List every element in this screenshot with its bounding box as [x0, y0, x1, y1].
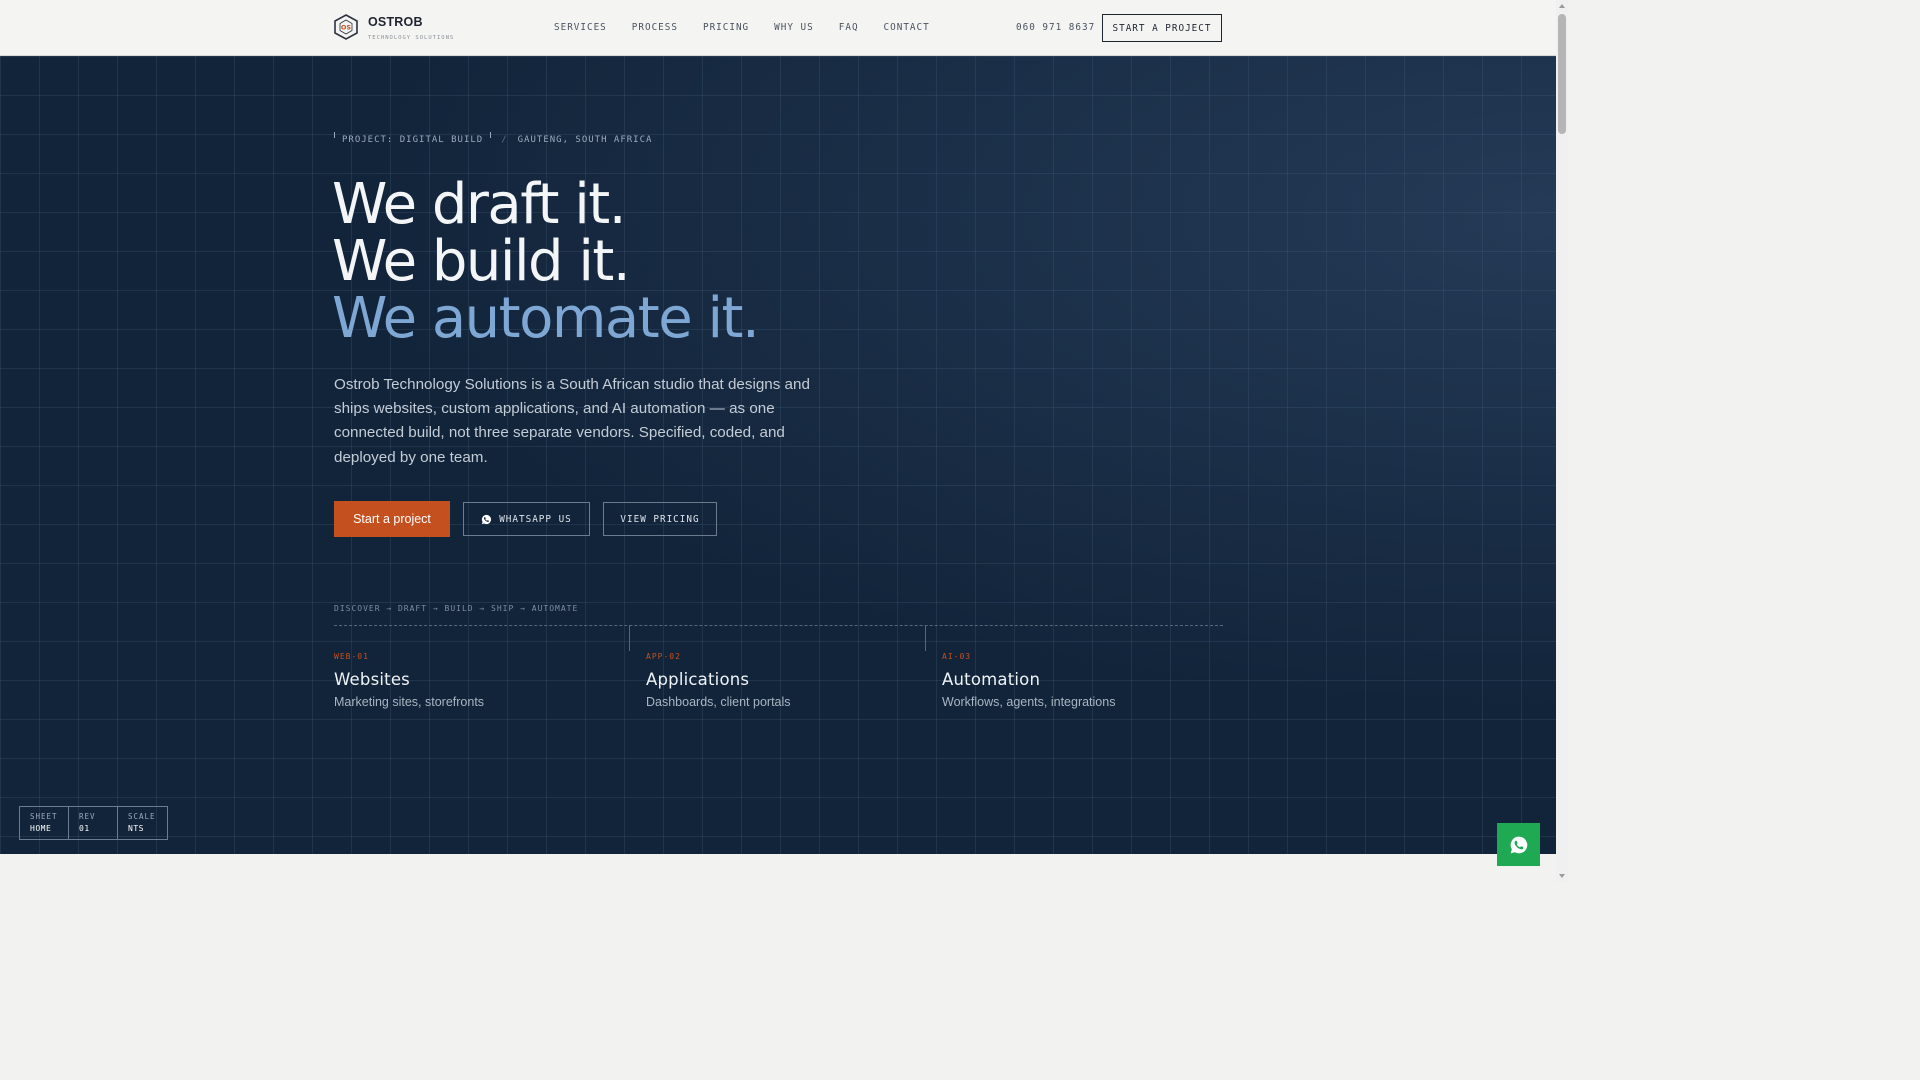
service-code: AI-03 [942, 652, 972, 661]
title-block-label: REV [79, 812, 96, 821]
title-block-value: 01 [79, 824, 90, 833]
brand-text: OSTROB TECHNOLOGY SOLUTIONS [368, 14, 454, 41]
headline-line-1: We draft it. [332, 172, 627, 237]
brand-subtitle: TECHNOLOGY SOLUTIONS [368, 35, 455, 41]
brand-logo[interactable]: OS OSTROB TECHNOLOGY SOLUTIONS [334, 14, 454, 41]
title-block-label: SHEET [30, 812, 58, 821]
headline-line-3: We automate it. [332, 286, 760, 351]
project-tag: PROJECT: DIGITAL BUILD [334, 132, 492, 145]
service-title: Applications [646, 670, 750, 689]
view-pricing-button[interactable]: VIEW PRICING [603, 502, 717, 536]
title-block-rev: REV 01 [69, 807, 118, 839]
nav-services[interactable]: SERVICES [554, 22, 607, 33]
whatsapp-button[interactable]: WHATSAPP US [463, 502, 590, 536]
scroll-up-arrow-icon[interactable] [1559, 4, 1565, 8]
scroll-down-arrow-icon[interactable] [1559, 874, 1565, 878]
whatsapp-button-label: WHATSAPP US [499, 513, 572, 525]
title-block-scale: SCALE NTS [118, 807, 167, 839]
service-subtitle: Marketing sites, storefronts [334, 695, 485, 709]
service-websites[interactable]: WEB-01 Websites Marketing sites, storefr… [334, 652, 484, 709]
service-title: Websites [334, 670, 410, 689]
service-subtitle: Dashboards, client portals [646, 695, 791, 709]
page-scrollbar[interactable] [1556, 0, 1568, 882]
title-block-value: HOME [30, 824, 52, 833]
hero-headline: We draft it. We build it. We automate it… [332, 176, 760, 347]
whatsapp-icon [482, 514, 492, 524]
service-title: Automation [942, 670, 1041, 689]
nav-pricing[interactable]: PRICING [703, 22, 749, 33]
service-subtitle: Workflows, agents, integrations [942, 695, 1116, 709]
service-applications[interactable]: APP-02 Applications Dashboards, client p… [646, 652, 791, 709]
nav-why-us[interactable]: WHY US [774, 22, 814, 33]
drawing-title-block: SHEET HOME REV 01 SCALE NTS [19, 806, 168, 840]
divider-tick [925, 625, 926, 651]
nav-contact[interactable]: CONTACT [884, 22, 930, 33]
service-code: APP-02 [646, 652, 681, 661]
site-header: OS OSTROB TECHNOLOGY SOLUTIONS SERVICES … [0, 0, 1556, 56]
tag-separator: / [501, 135, 508, 145]
start-project-button[interactable]: Start a project [334, 501, 450, 537]
brand-name: OSTROB [368, 15, 423, 29]
scrollbar-thumb[interactable] [1558, 14, 1566, 134]
service-automation[interactable]: AI-03 Automation Workflows, agents, inte… [942, 652, 1115, 709]
title-block-value: NTS [128, 824, 144, 833]
location-tag: GAUTENG, SOUTH AFRICA [517, 135, 653, 145]
whatsapp-float-button[interactable] [1497, 823, 1540, 866]
divider-tick [629, 625, 630, 651]
title-block-label: SCALE [128, 812, 156, 821]
phone-number[interactable]: 060 971 8637 [1016, 22, 1095, 33]
hero-description: Ostrob Technology Solutions is a South A… [334, 376, 810, 466]
main-nav: SERVICES PROCESS PRICING WHY US FAQ CONT… [554, 22, 955, 33]
svg-text:OS: OS [341, 24, 352, 32]
process-divider [334, 625, 1223, 626]
process-steps: DISCOVER → DRAFT → BUILD → SHIP → AUTOMA… [334, 604, 579, 613]
project-tagline: PROJECT: DIGITAL BUILD / GAUTENG, SOUTH … [334, 132, 653, 145]
nav-faq[interactable]: FAQ [839, 22, 859, 33]
service-code: WEB-01 [334, 652, 369, 661]
start-project-header-button[interactable]: START A PROJECT [1102, 14, 1222, 42]
headline-line-2: We build it. [332, 229, 631, 294]
hexagon-os-logo-icon: OS [334, 14, 358, 40]
title-block-sheet: SHEET HOME [20, 807, 69, 839]
whatsapp-icon [1510, 836, 1527, 853]
nav-process[interactable]: PROCESS [632, 22, 678, 33]
